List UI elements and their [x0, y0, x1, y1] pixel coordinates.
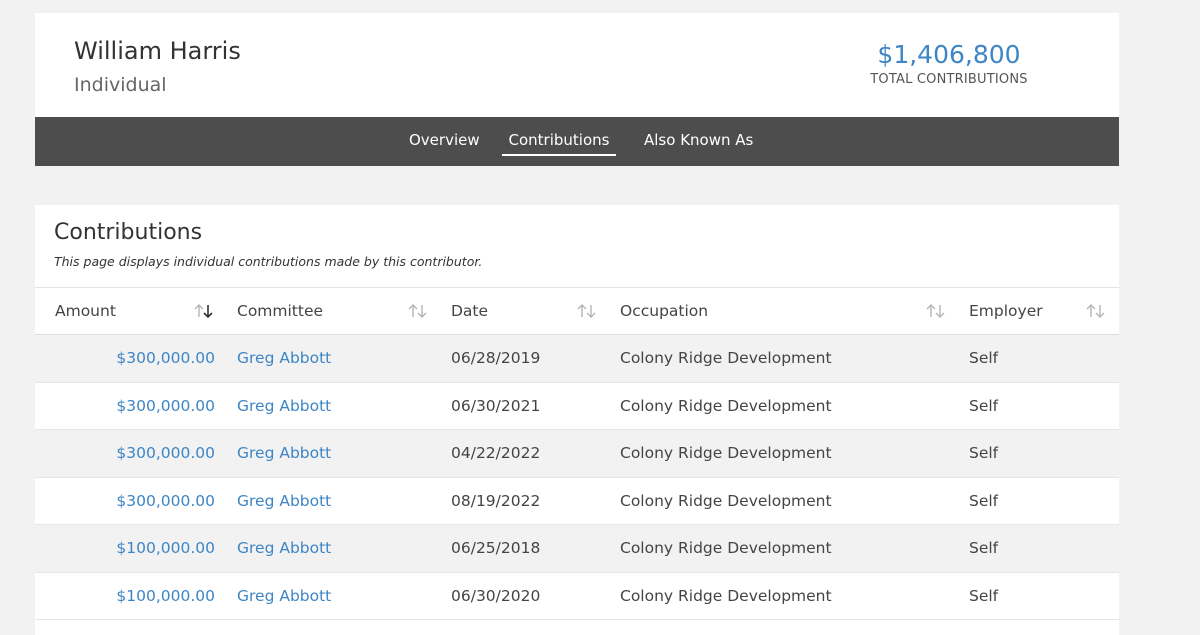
- date-cell: 08/19/2022: [451, 491, 541, 510]
- total-contributions-label: TOTAL CONTRIBUTIONS: [870, 72, 1028, 87]
- table-header: Amount Committee Date Occupation Employe…: [35, 288, 1119, 336]
- occupation-cell: Colony Ridge Development: [620, 586, 832, 605]
- table-row: $300,000.00 Greg Abbott 06/30/2021 Colon…: [35, 382, 1119, 430]
- table-row: $300,000.00 Greg Abbott 06/28/2019 Colon…: [35, 335, 1119, 383]
- employer-cell: Self: [969, 349, 999, 367]
- tab-contributions[interactable]: Contributions: [502, 117, 616, 166]
- column-header-date[interactable]: Date: [451, 288, 488, 334]
- sort-icon[interactable]: [576, 303, 598, 319]
- tab-overview[interactable]: Overview: [409, 117, 480, 166]
- column-header-employer[interactable]: Employer: [969, 288, 1043, 334]
- sort-descending-icon[interactable]: [193, 303, 215, 319]
- contributor-name: William Harris: [74, 37, 241, 65]
- committee-link[interactable]: Greg Abbott: [237, 335, 331, 381]
- amount-link[interactable]: $100,000.00: [35, 525, 215, 571]
- date-cell: 06/30/2021: [451, 396, 541, 415]
- total-contributions-box: $1,406,800 TOTAL CONTRIBUTIONS: [839, 38, 1059, 87]
- occupation-cell: Colony Ridge Development: [620, 444, 832, 462]
- contributions-table-body: $300,000.00 Greg Abbott 06/28/2019 Colon…: [35, 335, 1119, 620]
- section-title: Contributions: [54, 220, 203, 245]
- employer-cell: Self: [969, 491, 999, 510]
- table-row: $300,000.00 Greg Abbott 04/22/2022 Colon…: [35, 430, 1119, 478]
- sort-icon[interactable]: [407, 303, 429, 319]
- profile-nav: Overview Contributions Also Known As: [35, 117, 1119, 166]
- column-header-occupation[interactable]: Occupation: [620, 288, 708, 334]
- date-cell: 06/25/2018: [451, 539, 541, 557]
- amount-link[interactable]: $300,000.00: [35, 430, 215, 476]
- table-row: $100,000.00 Greg Abbott 06/25/2018 Colon…: [35, 525, 1119, 573]
- sort-icon[interactable]: [1085, 303, 1107, 319]
- amount-link[interactable]: $300,000.00: [35, 383, 215, 429]
- column-header-amount[interactable]: Amount: [55, 288, 116, 334]
- amount-link[interactable]: $300,000.00: [35, 335, 215, 381]
- date-cell: 04/22/2022: [451, 444, 541, 462]
- contributor-type: Individual: [74, 74, 167, 96]
- committee-link[interactable]: Greg Abbott: [237, 573, 331, 619]
- table-row: $100,000.00 Greg Abbott 06/30/2020 Colon…: [35, 572, 1119, 620]
- occupation-cell: Colony Ridge Development: [620, 491, 832, 510]
- employer-cell: Self: [969, 444, 999, 462]
- amount-link[interactable]: $300,000.00: [35, 478, 215, 524]
- committee-link[interactable]: Greg Abbott: [237, 383, 331, 429]
- column-header-committee[interactable]: Committee: [237, 288, 323, 334]
- committee-link[interactable]: Greg Abbott: [237, 478, 331, 524]
- table-row: $300,000.00 Greg Abbott 08/19/2022 Colon…: [35, 477, 1119, 525]
- sort-icon[interactable]: [925, 303, 947, 319]
- section-description: This page displays individual contributi…: [54, 254, 483, 269]
- date-cell: 06/28/2019: [451, 349, 541, 367]
- occupation-cell: Colony Ridge Development: [620, 349, 832, 367]
- committee-link[interactable]: Greg Abbott: [237, 430, 331, 476]
- occupation-cell: Colony Ridge Development: [620, 539, 832, 557]
- employer-cell: Self: [969, 396, 999, 415]
- committee-link[interactable]: Greg Abbott: [237, 525, 331, 571]
- contributions-card: Contributions This page displays individ…: [35, 205, 1119, 635]
- date-cell: 06/30/2020: [451, 586, 541, 605]
- occupation-cell: Colony Ridge Development: [620, 396, 832, 415]
- employer-cell: Self: [969, 586, 999, 605]
- profile-header: William Harris Individual $1,406,800 TOT…: [35, 13, 1119, 117]
- employer-cell: Self: [969, 539, 999, 557]
- tab-also-known-as[interactable]: Also Known As: [644, 117, 753, 166]
- amount-link[interactable]: $100,000.00: [35, 573, 215, 619]
- total-contributions-value: $1,406,800: [877, 40, 1021, 69]
